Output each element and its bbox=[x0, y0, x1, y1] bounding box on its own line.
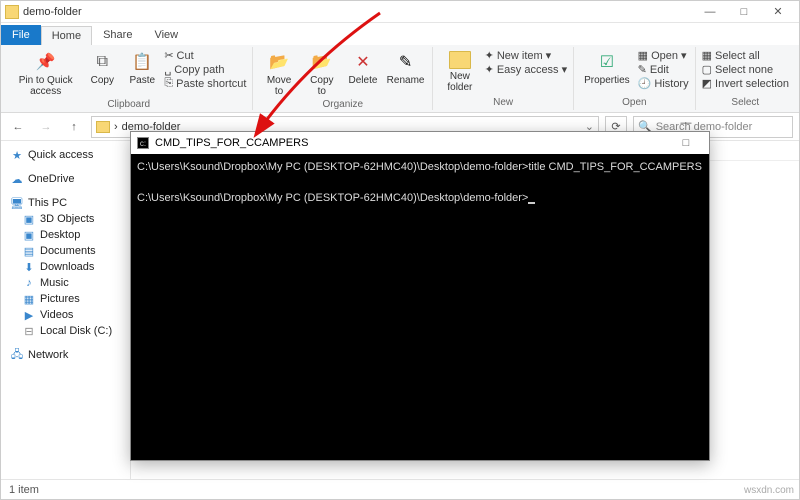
newfolder-icon bbox=[449, 51, 471, 69]
pc-icon: 🖥 bbox=[11, 197, 23, 209]
easyaccess-button[interactable]: ✦ Easy access ▾ bbox=[485, 63, 568, 76]
group-new: New folder ✦ New item ▾ ✦ Easy access ▾ … bbox=[433, 47, 574, 110]
sidebar-item-downloads[interactable]: ⬇Downloads bbox=[5, 259, 126, 275]
cmd-maximize-button[interactable]: □ bbox=[669, 133, 703, 153]
cut-button[interactable]: ✂ Cut bbox=[164, 49, 246, 62]
group-label: Clipboard bbox=[107, 99, 150, 110]
selectall-button[interactable]: ▦ Select all bbox=[702, 49, 789, 62]
sidebar-item-thispc[interactable]: 🖥This PC bbox=[5, 195, 126, 211]
copypath-button[interactable]: ␣ Copy path bbox=[164, 63, 246, 76]
edit-button[interactable]: ✎ Edit bbox=[638, 63, 689, 76]
pin-button[interactable]: 📌Pin to Quick access bbox=[11, 49, 80, 99]
tab-share[interactable]: Share bbox=[92, 25, 143, 45]
star-icon: ★ bbox=[11, 149, 23, 161]
ribbon: 📌Pin to Quick access ⧉Copy 📋Paste ✂ Cut … bbox=[1, 45, 799, 113]
close-button[interactable]: ✕ bbox=[761, 2, 795, 22]
tab-file[interactable]: File bbox=[1, 25, 41, 45]
cmd-title-bar[interactable]: c: CMD_TIPS_FOR_CCAMPERS — □ ✕ bbox=[131, 132, 709, 154]
sidebar-item-network[interactable]: 🖧Network bbox=[5, 347, 126, 363]
window-title: demo-folder bbox=[23, 6, 82, 18]
up-button[interactable]: ↑ bbox=[63, 116, 85, 138]
cmd-terminal[interactable]: C:\Users\Ksound\Dropbox\My PC (DESKTOP-6… bbox=[131, 154, 709, 460]
watermark: wsxdn.com bbox=[744, 485, 794, 496]
tab-home[interactable]: Home bbox=[41, 26, 92, 45]
cmd-window[interactable]: c: CMD_TIPS_FOR_CCAMPERS — □ ✕ C:\Users\… bbox=[130, 131, 710, 461]
nav-pane: ★Quick access ☁OneDrive 🖥This PC ▣3D Obj… bbox=[1, 141, 131, 479]
pin-icon: 📌 bbox=[35, 51, 57, 73]
network-icon: 🖧 bbox=[11, 349, 23, 361]
maximize-button[interactable]: □ bbox=[727, 2, 761, 22]
paste-button[interactable]: 📋Paste bbox=[124, 49, 160, 88]
group-clipboard: 📌Pin to Quick access ⧉Copy 📋Paste ✂ Cut … bbox=[5, 47, 253, 110]
newfolder-button[interactable]: New folder bbox=[439, 49, 480, 95]
cmd-icon: c: bbox=[137, 137, 149, 149]
copy-button[interactable]: ⧉Copy bbox=[84, 49, 120, 88]
properties-icon: ☑ bbox=[596, 51, 618, 73]
back-button[interactable]: ← bbox=[7, 116, 29, 138]
cmd-title: CMD_TIPS_FOR_CCAMPERS bbox=[155, 137, 308, 149]
folder-icon bbox=[5, 5, 19, 19]
properties-button[interactable]: ☑Properties bbox=[580, 49, 634, 88]
paste-icon: 📋 bbox=[131, 51, 153, 73]
copyto-icon: 📂 bbox=[311, 51, 333, 73]
moveto-icon: 📂 bbox=[268, 51, 290, 73]
sidebar-item-3dobjects[interactable]: ▣3D Objects bbox=[5, 211, 126, 227]
group-organize: 📂Move to 📂Copy to ✕Delete ✎Rename Organi… bbox=[253, 47, 433, 110]
sidebar-item-disk[interactable]: ⊟Local Disk (C:) bbox=[5, 323, 126, 339]
cmd-minimize-button[interactable]: — bbox=[669, 113, 703, 133]
moveto-button[interactable]: 📂Move to bbox=[259, 49, 298, 99]
clipboard-small: ✂ Cut ␣ Copy path ⎘ Paste shortcut bbox=[164, 49, 246, 90]
status-bar: 1 item bbox=[1, 479, 799, 499]
newitem-button[interactable]: ✦ New item ▾ bbox=[485, 49, 568, 62]
sidebar-item-videos[interactable]: ▶Videos bbox=[5, 307, 126, 323]
rename-button[interactable]: ✎Rename bbox=[385, 49, 426, 88]
copyto-button[interactable]: 📂Copy to bbox=[303, 49, 341, 99]
group-open: ☑Properties ▦ Open ▾ ✎ Edit 🕘 History Op… bbox=[574, 47, 696, 110]
cloud-icon: ☁ bbox=[11, 173, 23, 185]
minimize-button[interactable]: — bbox=[693, 2, 727, 22]
group-select: ▦ Select all ▢ Select none ◩ Invert sele… bbox=[696, 47, 795, 110]
sidebar-item-quick[interactable]: ★Quick access bbox=[5, 147, 126, 163]
pasteshortcut-button[interactable]: ⎘ Paste shortcut bbox=[164, 77, 246, 90]
delete-button[interactable]: ✕Delete bbox=[345, 49, 381, 88]
delete-icon: ✕ bbox=[352, 51, 374, 73]
selectnone-button[interactable]: ▢ Select none bbox=[702, 63, 789, 76]
ribbon-tabs: File Home Share View bbox=[1, 23, 799, 45]
open-button[interactable]: ▦ Open ▾ bbox=[638, 49, 689, 62]
tab-view[interactable]: View bbox=[143, 25, 189, 45]
cursor bbox=[528, 202, 535, 204]
history-button[interactable]: 🕘 History bbox=[638, 77, 689, 90]
sidebar-item-music[interactable]: ♪Music bbox=[5, 275, 126, 291]
title-bar[interactable]: demo-folder — □ ✕ bbox=[1, 1, 799, 23]
sidebar-item-documents[interactable]: ▤Documents bbox=[5, 243, 126, 259]
copy-icon: ⧉ bbox=[91, 51, 113, 73]
folder-icon bbox=[96, 121, 110, 133]
forward-button[interactable]: → bbox=[35, 116, 57, 138]
sidebar-item-onedrive[interactable]: ☁OneDrive bbox=[5, 171, 126, 187]
sidebar-item-pictures[interactable]: ▦Pictures bbox=[5, 291, 126, 307]
sidebar-item-desktop[interactable]: ▣Desktop bbox=[5, 227, 126, 243]
invertsel-button[interactable]: ◩ Invert selection bbox=[702, 77, 789, 90]
rename-icon: ✎ bbox=[395, 51, 417, 73]
